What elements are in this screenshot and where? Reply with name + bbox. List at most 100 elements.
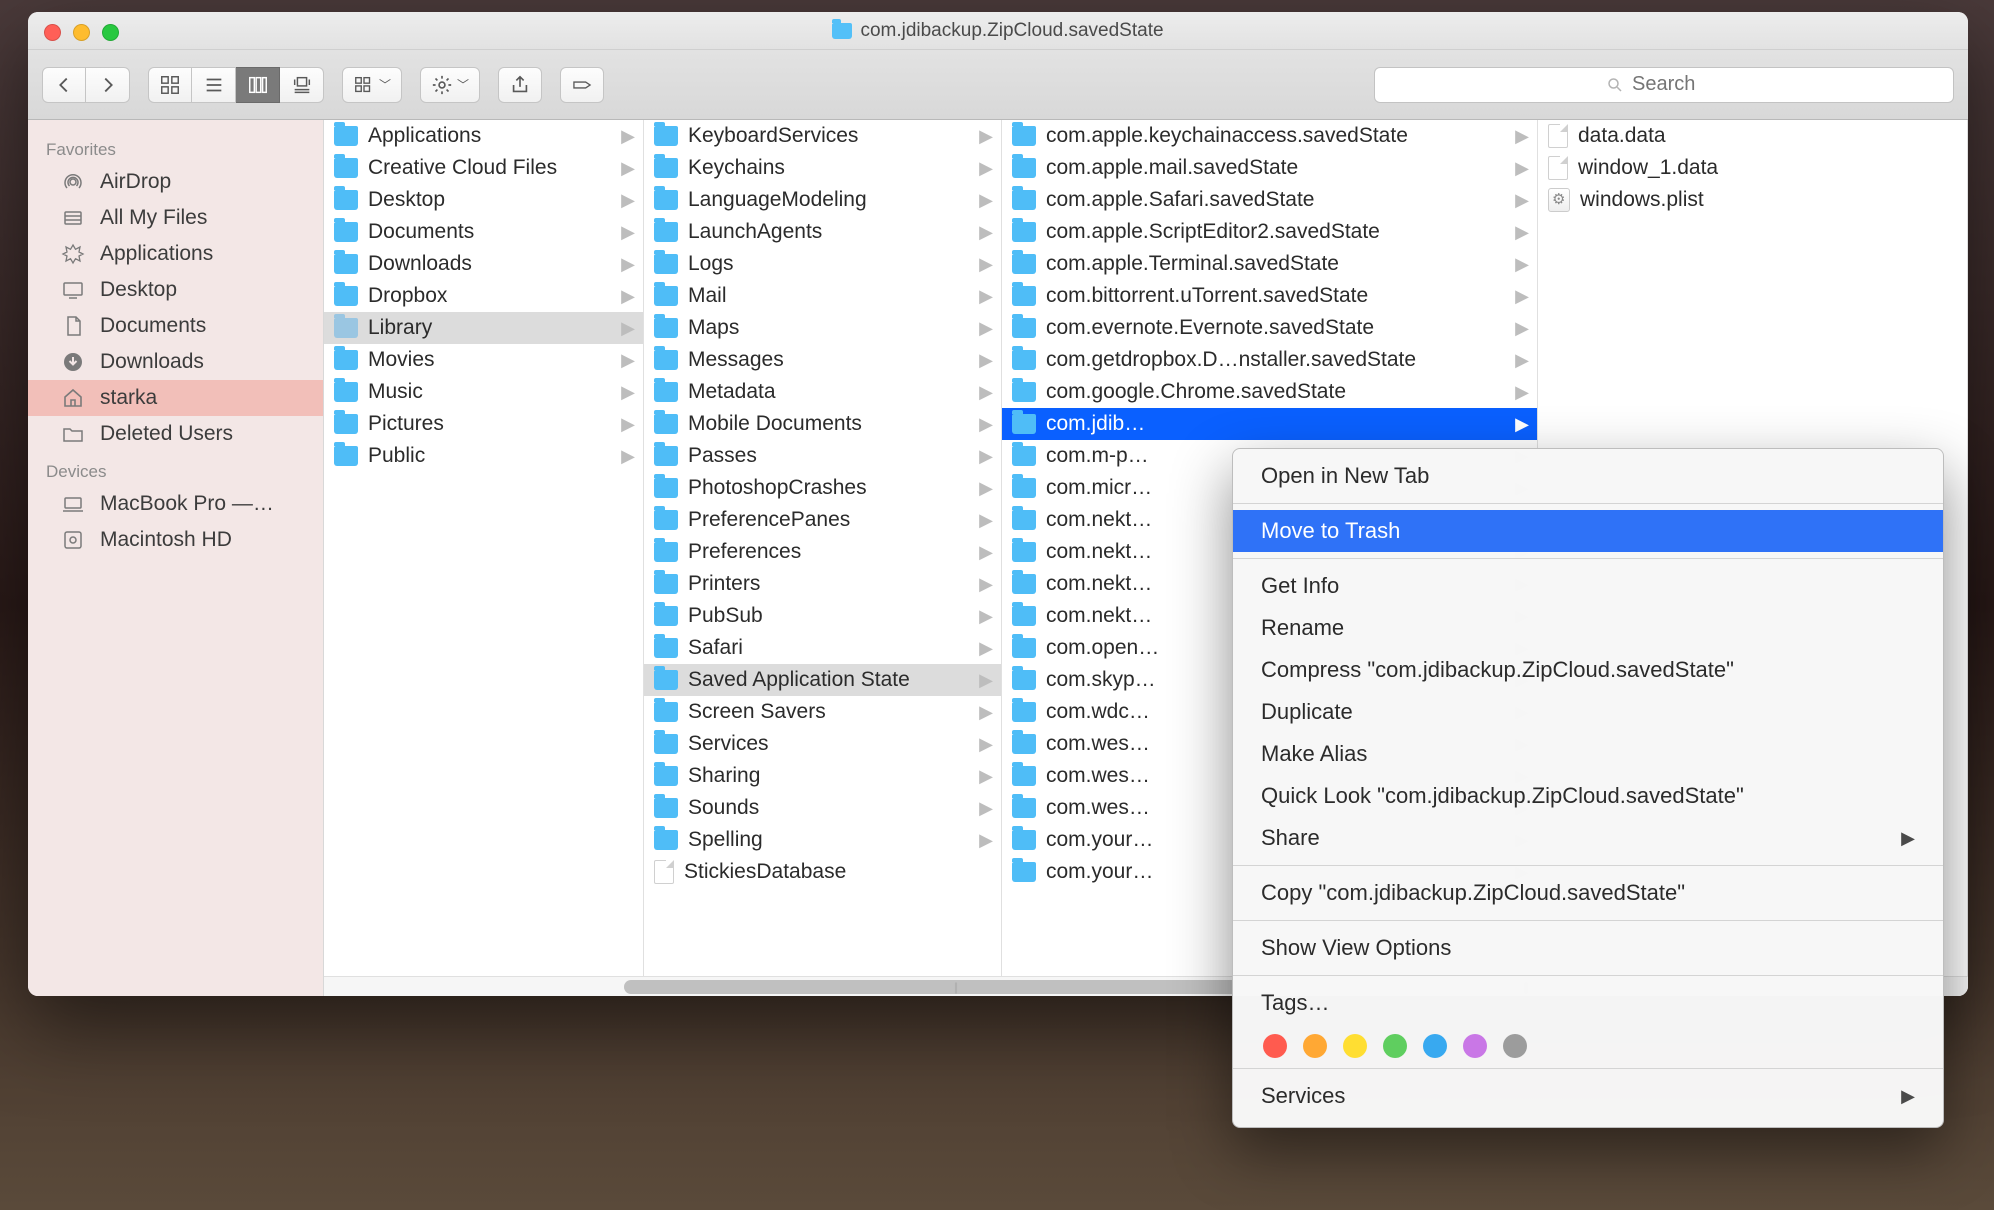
- share-button[interactable]: [498, 67, 542, 103]
- file-row[interactable]: Services▶: [644, 728, 1001, 760]
- file-row[interactable]: Pictures▶: [324, 408, 643, 440]
- view-list-button[interactable]: [192, 67, 236, 103]
- file-row[interactable]: Logs▶: [644, 248, 1001, 280]
- sidebar-item-all-my-files[interactable]: All My Files: [28, 200, 323, 236]
- sidebar-item-applications[interactable]: Applications: [28, 236, 323, 272]
- file-row[interactable]: Messages▶: [644, 344, 1001, 376]
- file-row[interactable]: Library▶: [324, 312, 643, 344]
- file-row[interactable]: Sharing▶: [644, 760, 1001, 792]
- close-window-button[interactable]: [44, 24, 61, 41]
- file-row[interactable]: PhotoshopCrashes▶: [644, 472, 1001, 504]
- column-resize-handle[interactable]: ||: [950, 980, 960, 994]
- file-row[interactable]: Public▶: [324, 440, 643, 472]
- menu-item[interactable]: Move to Trash: [1233, 510, 1943, 552]
- folder-icon: [1012, 286, 1036, 306]
- file-row[interactable]: Maps▶: [644, 312, 1001, 344]
- file-row[interactable]: Mail▶: [644, 280, 1001, 312]
- file-row[interactable]: com.apple.mail.savedState▶: [1002, 152, 1537, 184]
- action-button[interactable]: ﹀: [420, 67, 480, 103]
- file-row[interactable]: Desktop▶: [324, 184, 643, 216]
- file-row[interactable]: Sounds▶: [644, 792, 1001, 824]
- back-button[interactable]: [42, 67, 86, 103]
- traffic-lights: [44, 24, 119, 41]
- file-row[interactable]: Saved Application State▶: [644, 664, 1001, 696]
- file-row[interactable]: com.jdib…▶: [1002, 408, 1537, 440]
- menu-item[interactable]: Share▶: [1233, 817, 1943, 859]
- menu-item[interactable]: Rename: [1233, 607, 1943, 649]
- forward-button[interactable]: [86, 67, 130, 103]
- file-row[interactable]: StickiesDatabase: [644, 856, 1001, 888]
- file-row[interactable]: KeyboardServices▶: [644, 120, 1001, 152]
- view-columns-button[interactable]: [236, 67, 280, 103]
- file-row[interactable]: Downloads▶: [324, 248, 643, 280]
- tag-color[interactable]: [1303, 1034, 1327, 1058]
- tag-color[interactable]: [1503, 1034, 1527, 1058]
- file-row[interactable]: Passes▶: [644, 440, 1001, 472]
- sidebar-item-downloads[interactable]: Downloads: [28, 344, 323, 380]
- file-row[interactable]: Preferences▶: [644, 536, 1001, 568]
- file-row[interactable]: com.getdropbox.D…nstaller.savedState▶: [1002, 344, 1537, 376]
- file-row[interactable]: Spelling▶: [644, 824, 1001, 856]
- file-row[interactable]: com.bittorrent.uTorrent.savedState▶: [1002, 280, 1537, 312]
- file-row[interactable]: Movies▶: [324, 344, 643, 376]
- file-row[interactable]: PubSub▶: [644, 600, 1001, 632]
- menu-item[interactable]: Make Alias: [1233, 733, 1943, 775]
- file-row[interactable]: com.evernote.Evernote.savedState▶: [1002, 312, 1537, 344]
- arrange-button[interactable]: ﹀: [342, 67, 402, 103]
- file-row[interactable]: Metadata▶: [644, 376, 1001, 408]
- file-row[interactable]: Printers▶: [644, 568, 1001, 600]
- menu-item[interactable]: Compress "com.jdibackup.ZipCloud.savedSt…: [1233, 649, 1943, 691]
- tag-color[interactable]: [1263, 1034, 1287, 1058]
- file-row[interactable]: LaunchAgents▶: [644, 216, 1001, 248]
- sidebar-item-deleted-users[interactable]: Deleted Users: [28, 416, 323, 452]
- sidebar-item-documents[interactable]: Documents: [28, 308, 323, 344]
- file-row[interactable]: windows.plist: [1538, 184, 1967, 216]
- menu-item[interactable]: Get Info: [1233, 565, 1943, 607]
- file-row[interactable]: Music▶: [324, 376, 643, 408]
- sidebar-item-macbook-pro-[interactable]: MacBook Pro —…: [28, 486, 323, 522]
- sidebar-item-starka[interactable]: starka: [28, 380, 323, 416]
- folder-icon: [1012, 318, 1036, 338]
- file-row[interactable]: Keychains▶: [644, 152, 1001, 184]
- file-row[interactable]: Mobile Documents▶: [644, 408, 1001, 440]
- menu-item[interactable]: Show View Options: [1233, 927, 1943, 969]
- zoom-window-button[interactable]: [102, 24, 119, 41]
- minimize-window-button[interactable]: [73, 24, 90, 41]
- sidebar-item-macintosh-hd[interactable]: Macintosh HD: [28, 522, 323, 558]
- column-1[interactable]: Applications▶Creative Cloud Files▶Deskto…: [324, 120, 644, 996]
- sidebar-item-airdrop[interactable]: AirDrop: [28, 164, 323, 200]
- file-row[interactable]: Applications▶: [324, 120, 643, 152]
- file-row[interactable]: Safari▶: [644, 632, 1001, 664]
- file-row[interactable]: com.google.Chrome.savedState▶: [1002, 376, 1537, 408]
- file-row[interactable]: com.apple.Safari.savedState▶: [1002, 184, 1537, 216]
- menu-item[interactable]: Quick Look "com.jdibackup.ZipCloud.saved…: [1233, 775, 1943, 817]
- tags-button[interactable]: [560, 67, 604, 103]
- tag-color[interactable]: [1383, 1034, 1407, 1058]
- file-row[interactable]: data.data: [1538, 120, 1967, 152]
- column-2[interactable]: KeyboardServices▶Keychains▶LanguageModel…: [644, 120, 1002, 996]
- file-row[interactable]: window_1.data: [1538, 152, 1967, 184]
- file-row[interactable]: Documents▶: [324, 216, 643, 248]
- search-input[interactable]: [1632, 73, 1722, 96]
- menu-item[interactable]: Tags…: [1233, 982, 1943, 1024]
- menu-item[interactable]: Open in New Tab: [1233, 455, 1943, 497]
- menu-item[interactable]: Copy "com.jdibackup.ZipCloud.savedState": [1233, 872, 1943, 914]
- file-row[interactable]: PreferencePanes▶: [644, 504, 1001, 536]
- tag-color[interactable]: [1343, 1034, 1367, 1058]
- file-row[interactable]: Screen Savers▶: [644, 696, 1001, 728]
- file-row[interactable]: com.apple.keychainaccess.savedState▶: [1002, 120, 1537, 152]
- sidebar-item-desktop[interactable]: Desktop: [28, 272, 323, 308]
- tag-color[interactable]: [1463, 1034, 1487, 1058]
- view-coverflow-button[interactable]: [280, 67, 324, 103]
- search-field[interactable]: [1374, 67, 1954, 103]
- file-row[interactable]: com.apple.ScriptEditor2.savedState▶: [1002, 216, 1537, 248]
- view-icons-button[interactable]: [148, 67, 192, 103]
- tag-color[interactable]: [1423, 1034, 1447, 1058]
- file-row[interactable]: Creative Cloud Files▶: [324, 152, 643, 184]
- menu-item[interactable]: Duplicate: [1233, 691, 1943, 733]
- file-row[interactable]: com.apple.Terminal.savedState▶: [1002, 248, 1537, 280]
- file-row[interactable]: LanguageModeling▶: [644, 184, 1001, 216]
- menu-item-services[interactable]: Services▶: [1233, 1075, 1943, 1117]
- menu-item-label: Duplicate: [1261, 699, 1915, 725]
- file-row[interactable]: Dropbox▶: [324, 280, 643, 312]
